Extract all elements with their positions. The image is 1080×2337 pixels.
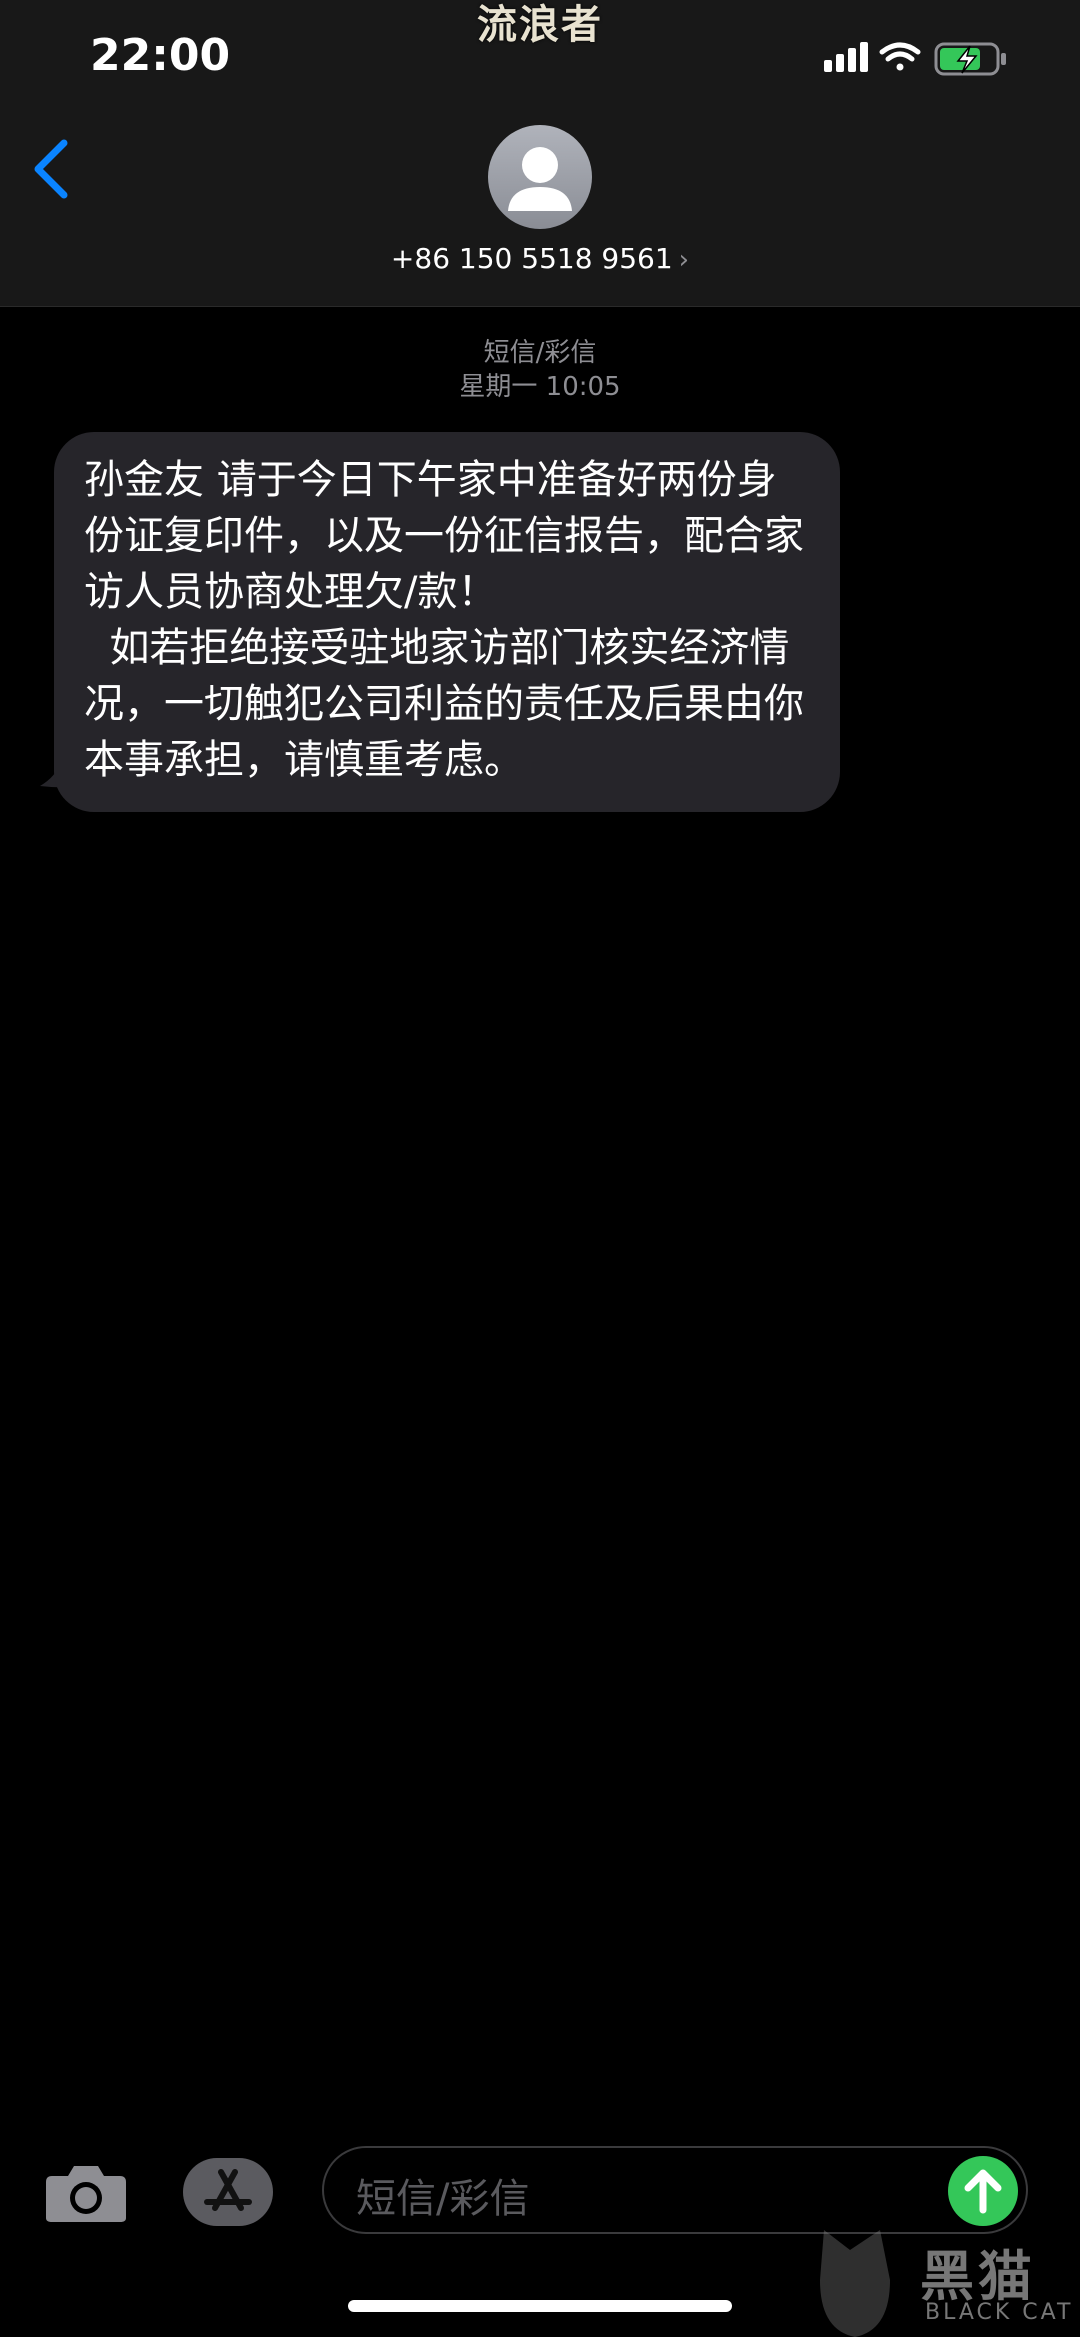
person-icon bbox=[508, 147, 572, 211]
message-bubble[interactable]: 孙金友 请于今日下午家中准备好两份身份证复印件，以及一份征信报告，配合家访人员协… bbox=[54, 432, 840, 812]
top-watermark: 流浪者 bbox=[477, 2, 603, 48]
contact-name[interactable]: +86 150 5518 9561 › bbox=[0, 242, 1080, 275]
send-arrow-icon bbox=[964, 2169, 1002, 2214]
camera-icon[interactable] bbox=[44, 2162, 128, 2224]
send-button[interactable] bbox=[948, 2156, 1018, 2226]
thread-meta: 短信/彩信 星期一 10:05 bbox=[0, 336, 1080, 404]
chevron-right-icon: › bbox=[678, 245, 690, 275]
app-store-icon bbox=[204, 2169, 252, 2211]
back-chevron-icon[interactable] bbox=[28, 135, 78, 205]
contact-number: +86 150 5518 9561 bbox=[390, 242, 673, 275]
contact-avatar[interactable] bbox=[488, 125, 592, 229]
brand-watermark-sub: BLACK CAT bbox=[925, 2300, 1074, 2325]
message-timestamp: 星期一 10:05 bbox=[459, 372, 621, 402]
conversation-header: +86 150 5518 9561 › bbox=[0, 120, 1080, 307]
home-indicator[interactable] bbox=[348, 2300, 732, 2312]
service-label: 短信/彩信 bbox=[483, 338, 597, 368]
app-store-button[interactable] bbox=[183, 2158, 273, 2226]
message-input-placeholder: 短信/彩信 bbox=[356, 2176, 530, 2222]
